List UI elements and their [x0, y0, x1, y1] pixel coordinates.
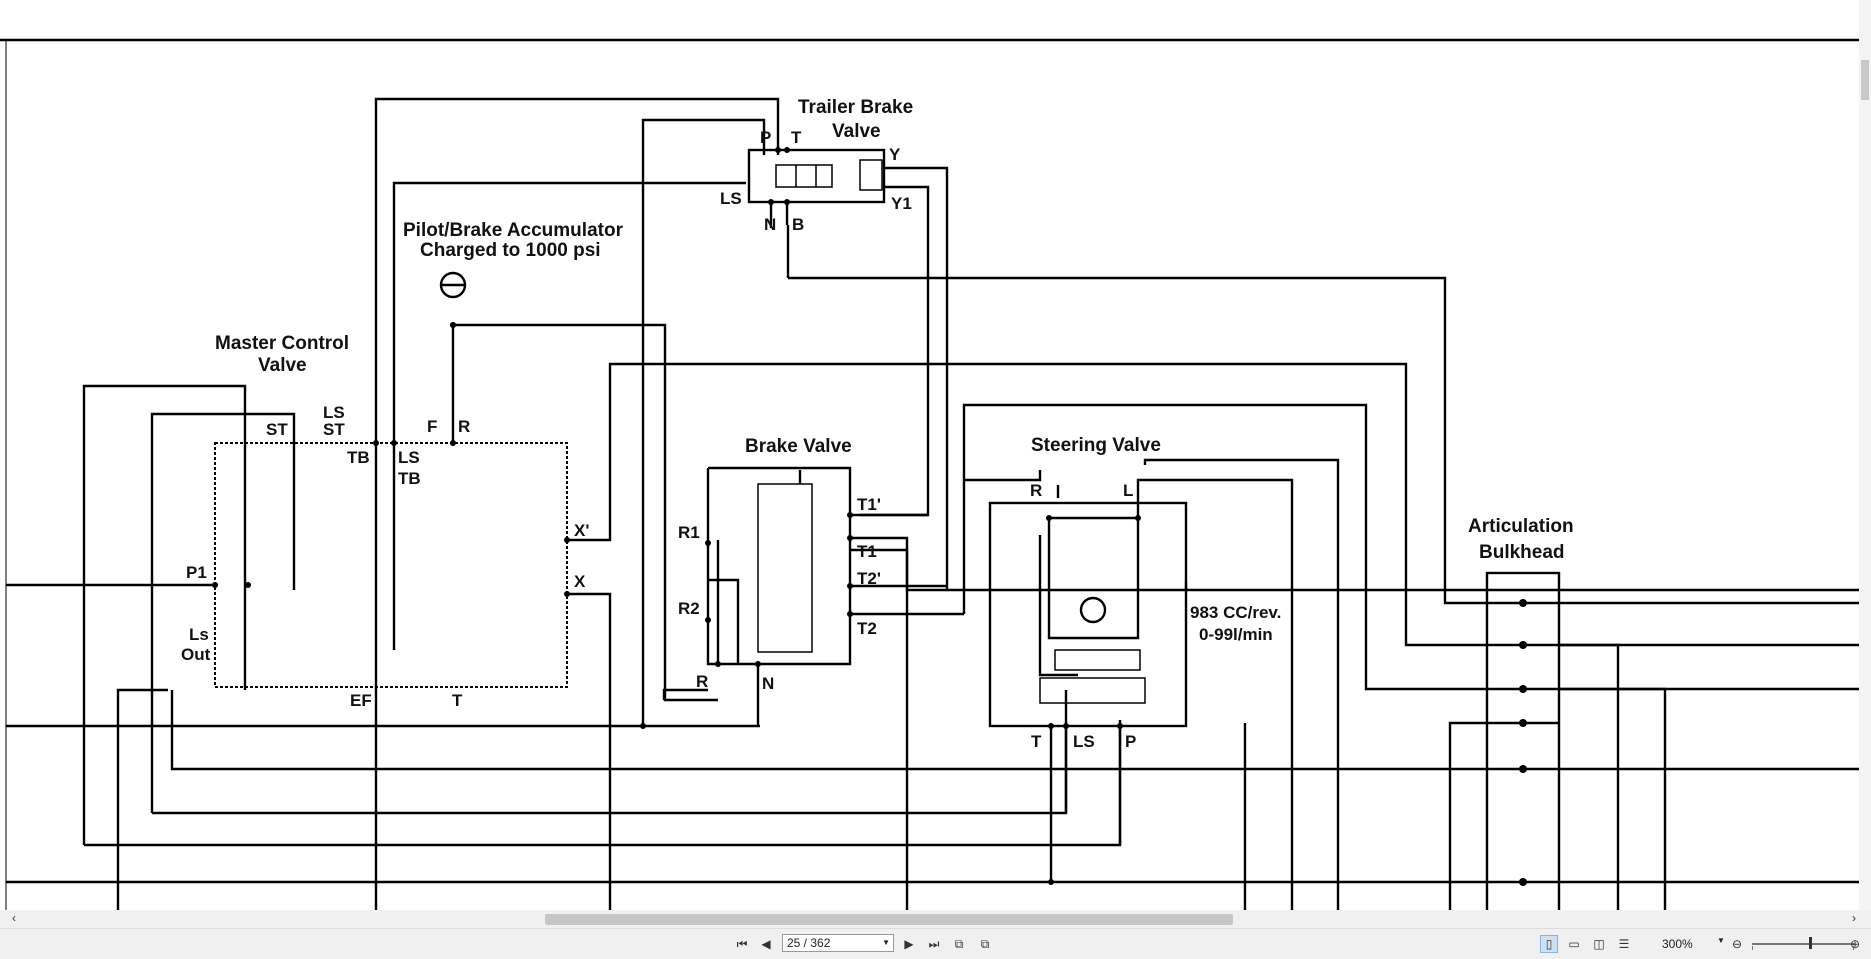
zoom-dropdown-icon[interactable]: ▼	[1717, 936, 1725, 945]
port-label: R2	[678, 599, 700, 618]
port-label: N	[762, 674, 774, 693]
port-label: LS	[1073, 732, 1095, 751]
hydraulic-schematic: Trailer Brake Valve Pilot/Brake Accumula…	[0, 38, 1860, 910]
port-label: T1'	[857, 495, 881, 514]
port-label: TB	[347, 448, 370, 467]
port-label: T2'	[857, 569, 881, 588]
port-label: EF	[350, 691, 372, 710]
first-page-icon[interactable]: ⏮	[733, 935, 751, 953]
bulkhead-label: Bulkhead	[1479, 542, 1565, 563]
port-label: Y1	[891, 194, 912, 213]
port-label: F	[427, 417, 437, 436]
prev-page-icon[interactable]: ◀	[757, 935, 775, 953]
continuous-view-icon[interactable]: ▭	[1565, 935, 1583, 953]
port-label: R	[458, 417, 470, 436]
port-label: T1	[857, 542, 877, 561]
scroll-right-icon[interactable]: ›	[1852, 911, 1856, 925]
document-viewport: Trailer Brake Valve Pilot/Brake Accumula…	[0, 0, 1871, 910]
port-label: T	[1031, 732, 1042, 751]
zoom-slider-ticks	[1752, 946, 1854, 950]
port-label: T	[791, 128, 802, 147]
port-label: P	[760, 128, 771, 147]
trailer-brake-label-2: Valve	[832, 121, 881, 142]
accumulator-label: Pilot/Brake Accumulator	[403, 220, 624, 241]
port-label: R	[696, 672, 708, 691]
horizontal-scrollbar[interactable]: ‹ ›	[0, 910, 1871, 928]
copy-page-icon[interactable]: ⧉	[950, 935, 968, 953]
vertical-scroll-thumb[interactable]	[1861, 60, 1869, 100]
port-label: R1	[678, 523, 700, 542]
port-label: X	[574, 572, 586, 591]
last-page-icon[interactable]: ⏭	[925, 935, 943, 953]
port-label: T	[452, 691, 463, 710]
steering-valve-label: Steering Valve	[1031, 435, 1161, 456]
port-label: L	[1123, 481, 1133, 500]
port-label: Ls	[189, 625, 209, 644]
zoom-in-icon[interactable]: ⊕	[1846, 935, 1864, 953]
master-control-label: Master Control	[215, 333, 349, 354]
port-label: T2	[857, 619, 877, 638]
status-bar: ⏮ ◀ 25 / 362 ▼ ▶ ⏭ ⧉ ⧉ ▯ ▭ ◫ ☰ 300% ▼ ⊖ …	[0, 928, 1871, 959]
port-label: Out	[181, 645, 211, 664]
paste-page-icon[interactable]: ⧉	[976, 935, 994, 953]
articulation-label: Articulation	[1468, 516, 1574, 537]
horizontal-scroll-thumb[interactable]	[545, 914, 1233, 925]
chevron-down-icon[interactable]: ▼	[882, 935, 890, 951]
port-label: ST	[323, 420, 345, 439]
scroll-left-icon[interactable]: ‹	[12, 911, 16, 925]
port-label: X'	[574, 521, 589, 540]
brake-valve-label: Brake Valve	[745, 436, 852, 457]
port-label: N	[764, 215, 776, 234]
zoom-slider[interactable]	[1752, 943, 1854, 945]
accumulator-label-2: Charged to 1000 psi	[420, 240, 601, 261]
pump-displacement-label: 983 CC/rev.	[1190, 603, 1281, 622]
port-label: R	[1030, 481, 1042, 500]
zoom-out-icon[interactable]: ⊖	[1728, 935, 1746, 953]
port-label: LS	[398, 448, 420, 467]
port-label: P1	[186, 563, 207, 582]
master-control-label-2: Valve	[258, 355, 307, 376]
vertical-scrollbar[interactable]	[1859, 0, 1871, 910]
zoom-level[interactable]: 300%	[1662, 937, 1693, 951]
two-page-view-icon[interactable]: ◫	[1590, 935, 1608, 953]
trailer-brake-label: Trailer Brake	[798, 97, 913, 118]
page-number-field[interactable]: 25 / 362 ▼	[782, 934, 894, 952]
pump-flow-label: 0-99l/min	[1199, 625, 1273, 644]
next-page-icon[interactable]: ▶	[900, 935, 918, 953]
port-label: P	[1125, 732, 1136, 751]
zoom-slider-handle[interactable]	[1809, 937, 1812, 949]
page-number-value: 25 / 362	[787, 936, 831, 950]
port-label: B	[792, 215, 804, 234]
port-label: LS	[720, 189, 742, 208]
port-label: Y	[889, 145, 901, 164]
single-page-view-icon[interactable]: ▯	[1540, 935, 1558, 953]
book-view-icon[interactable]: ☰	[1615, 935, 1633, 953]
port-label: ST	[266, 420, 288, 439]
port-label: TB	[398, 469, 421, 488]
